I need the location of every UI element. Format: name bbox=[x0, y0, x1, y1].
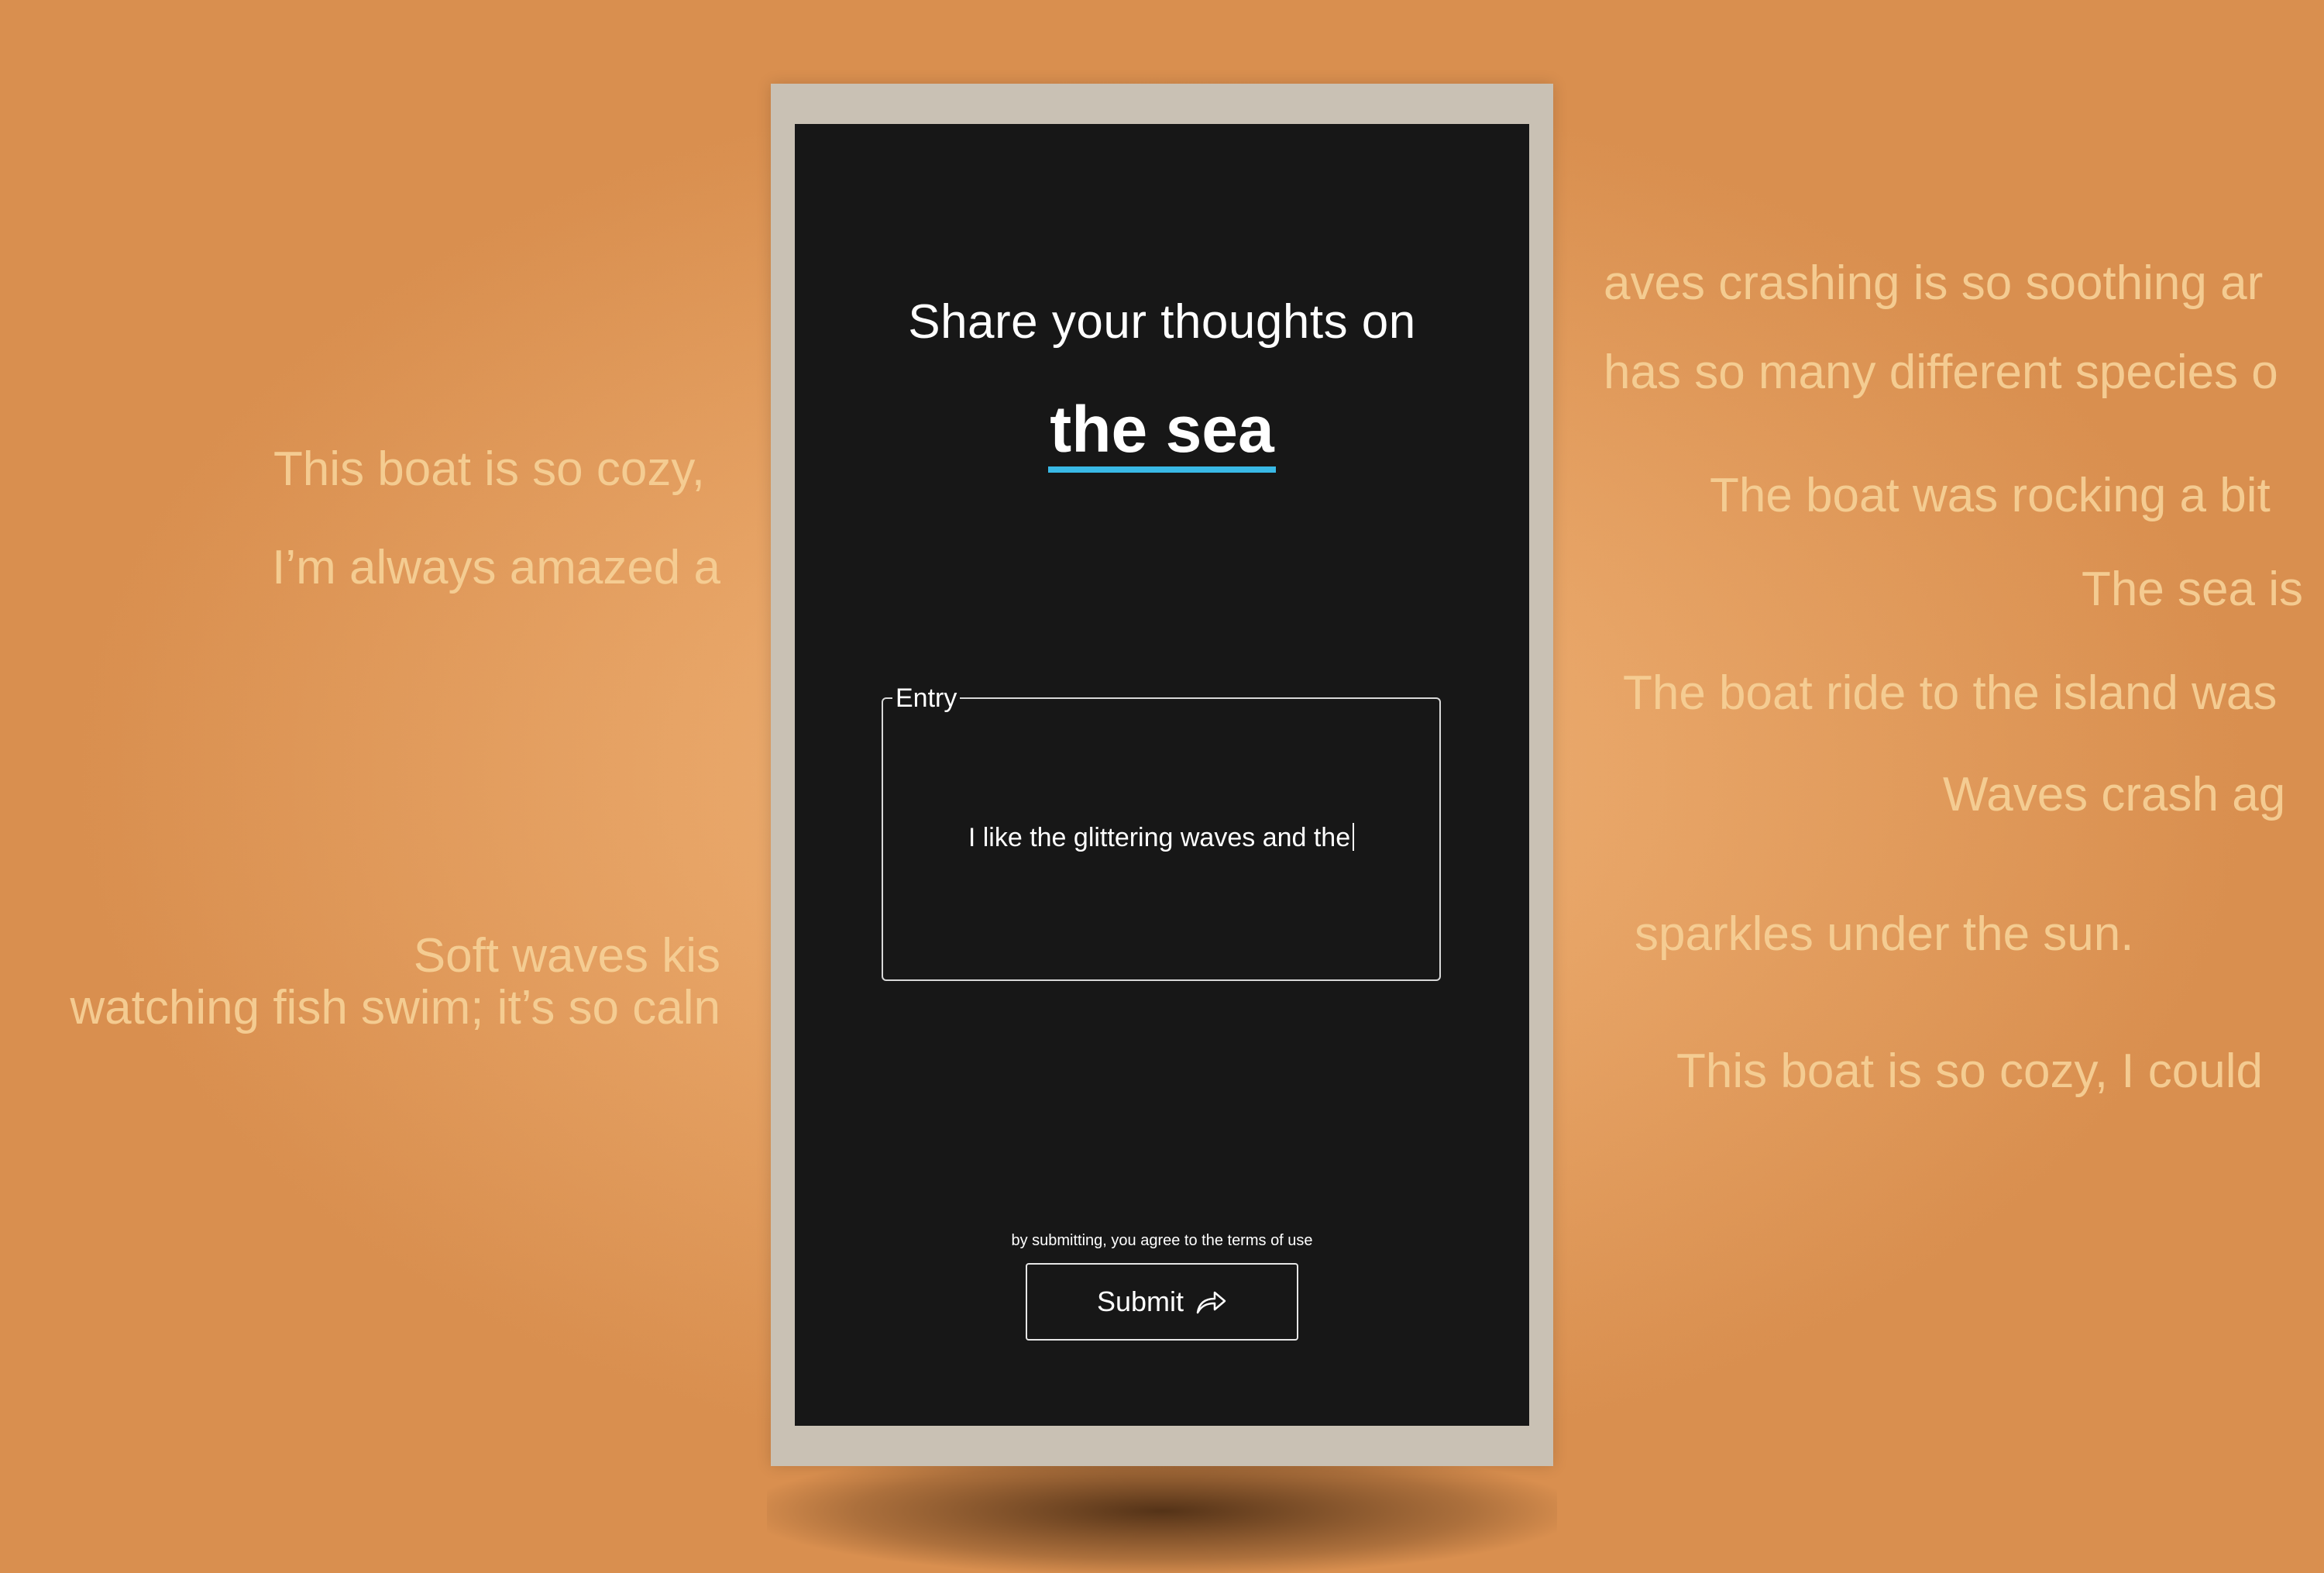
topic-title: the sea bbox=[1048, 395, 1276, 473]
background-phrase: This boat is so cozy, I could bbox=[1676, 1045, 2263, 1098]
background-phrase: The sea is bbox=[2082, 563, 2304, 616]
prompt-heading: Share your thoughts on bbox=[908, 295, 1416, 349]
share-arrow-icon bbox=[1195, 1289, 1227, 1315]
background-phrase: aves crashing is so soothing ar bbox=[1604, 256, 2264, 310]
kiosk-shadow bbox=[767, 1449, 1557, 1573]
entry-label: Entry bbox=[892, 683, 961, 713]
background-text-right: aves crashing is so soothing ar has so m… bbox=[1604, 0, 2324, 1550]
background-text-left: This boat is so cozy, I’m always amazed … bbox=[0, 0, 720, 1550]
background-phrase: has so many different species o bbox=[1604, 346, 2278, 399]
submit-label: Submit bbox=[1096, 1286, 1184, 1317]
background-phrase: watching fish swim; it’s so caln bbox=[70, 981, 720, 1034]
kiosk-screen: Share your thoughts on the sea Entry I l… bbox=[795, 124, 1529, 1426]
topic-container: the sea bbox=[795, 395, 1529, 473]
terms-notice: by submitting, you agree to the terms of… bbox=[1011, 1232, 1313, 1249]
background-phrase: sparkles under the sun. bbox=[1635, 907, 2134, 961]
background-phrase: Soft waves kis bbox=[413, 929, 720, 983]
background-phrase: Waves crash ag bbox=[1943, 768, 2286, 821]
background-phrase: The boat ride to the island was bbox=[1623, 666, 2278, 720]
background-phrase: The boat was rocking a bit bbox=[1710, 469, 2271, 522]
entry-value: I like the glittering waves and the bbox=[968, 823, 1351, 852]
entry-field[interactable]: Entry I like the glittering waves and th… bbox=[882, 683, 1441, 981]
submit-button[interactable]: Submit bbox=[1026, 1263, 1298, 1341]
text-caret bbox=[1353, 823, 1355, 851]
background-phrase: This boat is so cozy, bbox=[273, 442, 705, 496]
background-phrase: I’m always amazed a bbox=[272, 541, 720, 594]
entry-input-text[interactable]: I like the glittering waves and the bbox=[883, 823, 1439, 853]
